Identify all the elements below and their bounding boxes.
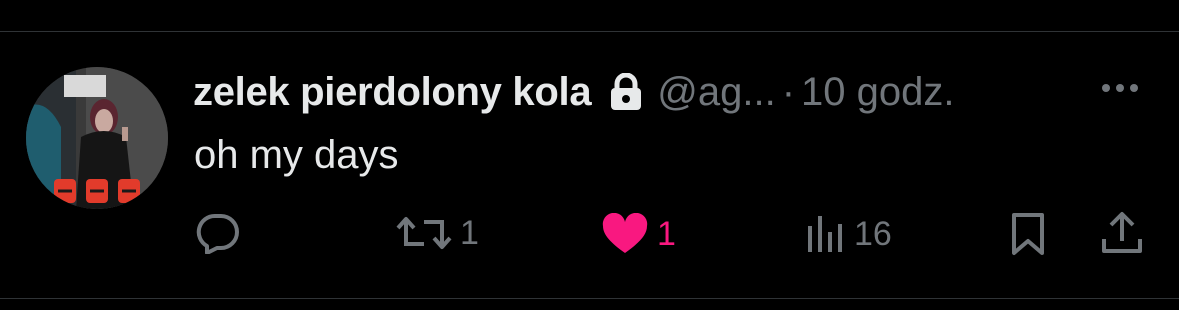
views-count: 16 xyxy=(854,214,892,253)
top-divider xyxy=(0,31,1179,32)
reply-icon xyxy=(195,212,241,254)
share-icon xyxy=(1100,211,1144,255)
bottom-divider xyxy=(0,298,1179,299)
tweet-text: oh my days xyxy=(194,133,399,177)
avatar[interactable] xyxy=(26,67,168,209)
share-button[interactable] xyxy=(1100,211,1144,255)
bookmark-icon xyxy=(1010,211,1046,257)
retweet-count: 1 xyxy=(460,213,479,252)
timestamp[interactable]: 10 godz. xyxy=(801,70,954,115)
author-display-name[interactable]: zelek pierdolony kola xyxy=(193,70,592,115)
views-icon xyxy=(806,214,846,254)
retweet-button[interactable]: 1 xyxy=(396,212,479,254)
more-options-icon[interactable] xyxy=(1102,84,1138,92)
like-button[interactable]: 1 xyxy=(601,213,676,255)
retweet-icon xyxy=(396,212,452,254)
lock-icon xyxy=(609,73,643,111)
tweet-header: zelek pierdolony kola @ag... · 10 godz. xyxy=(193,64,955,120)
heart-icon xyxy=(601,213,649,255)
like-count: 1 xyxy=(657,214,676,253)
time-separator: · xyxy=(781,69,796,114)
reply-button[interactable] xyxy=(195,212,241,254)
bookmark-button[interactable] xyxy=(1010,211,1046,257)
views-button[interactable]: 16 xyxy=(806,214,892,254)
author-handle[interactable]: @ag... xyxy=(657,70,775,115)
